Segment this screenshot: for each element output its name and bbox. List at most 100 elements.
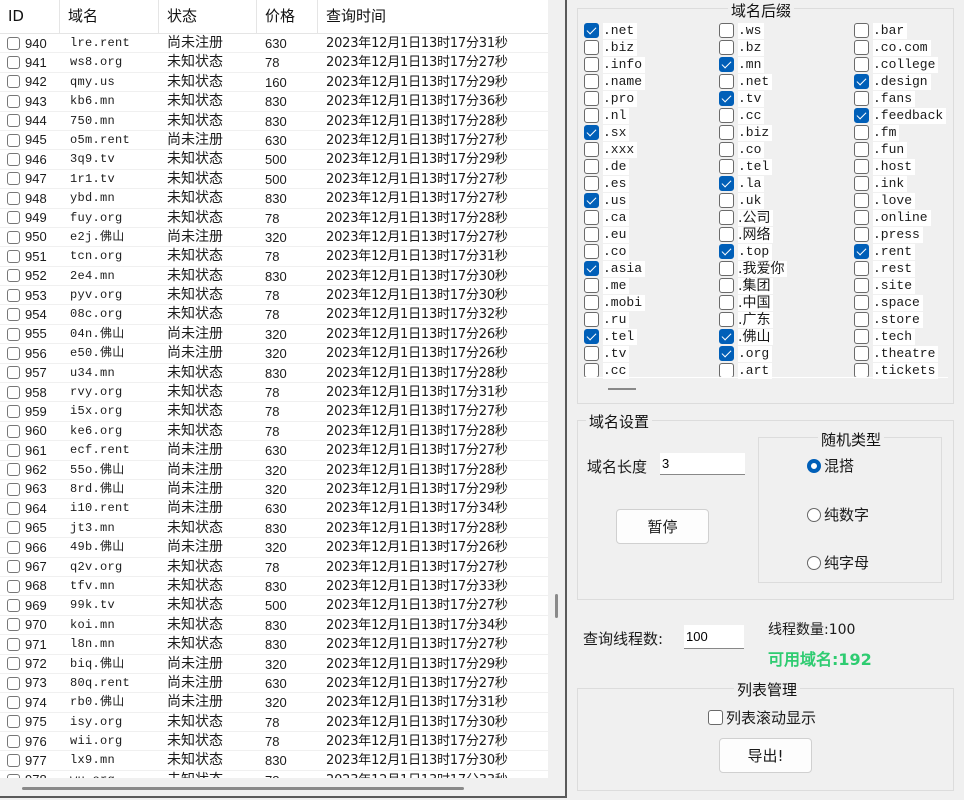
suffix-checkbox[interactable]: .co.com — [854, 39, 948, 56]
table-row[interactable]: 954 08c.org 未知状态 78 2023年12月1日13时17分32秒 — [0, 305, 548, 325]
row-checkbox[interactable] — [7, 443, 20, 457]
row-checkbox[interactable] — [7, 249, 20, 263]
pause-button[interactable]: 暂停 — [616, 509, 709, 544]
checkbox-icon[interactable] — [719, 176, 734, 191]
checkbox-icon[interactable] — [719, 227, 734, 242]
checkbox-icon[interactable] — [719, 295, 734, 310]
suffix-checkbox[interactable]: .mn — [719, 56, 854, 73]
horizontal-scrollbar[interactable] — [22, 787, 464, 790]
table-row[interactable]: 976 wii.org 未知状态 78 2023年12月1日13时17分27秒 — [0, 732, 548, 752]
row-checkbox[interactable] — [7, 230, 20, 244]
table-row[interactable]: 965 jt3.mn 未知状态 830 2023年12月1日13时17分28秒 — [0, 519, 548, 539]
suffix-checkbox[interactable]: .公司 — [719, 209, 854, 226]
table-row[interactable]: 955 04n.佛山 尚未注册 320 2023年12月1日13时17分26秒 — [0, 325, 548, 345]
checkbox-icon[interactable] — [854, 40, 869, 55]
row-checkbox[interactable] — [7, 172, 20, 186]
suffix-checkbox[interactable]: .广东 — [719, 311, 854, 328]
table-row[interactable]: 960 ke6.org 未知状态 78 2023年12月1日13时17分28秒 — [0, 422, 548, 442]
checkbox-icon[interactable] — [719, 244, 734, 259]
table-row[interactable]: 944 750.mn 未知状态 830 2023年12月1日13时17分28秒 — [0, 112, 548, 131]
checkbox-icon[interactable] — [719, 40, 734, 55]
radio-digits-only[interactable]: 纯数字 — [807, 504, 869, 525]
suffix-checkbox[interactable]: .nl — [584, 107, 719, 124]
row-checkbox[interactable] — [7, 94, 20, 108]
suffix-checkbox[interactable]: .la — [719, 175, 854, 192]
suffix-checkbox[interactable]: .网络 — [719, 226, 854, 243]
suffix-checkbox[interactable]: .es — [584, 175, 719, 192]
checkbox-icon[interactable] — [854, 142, 869, 157]
suffix-checkbox[interactable]: .cc — [719, 107, 854, 124]
table-row[interactable]: 972 biq.佛山 尚未注册 320 2023年12月1日13时17分29秒 — [0, 655, 548, 674]
suffix-checkbox[interactable]: .store — [854, 311, 948, 328]
suffix-checkbox[interactable]: .asia — [584, 260, 719, 277]
checkbox-icon[interactable] — [719, 278, 734, 293]
suffix-checkbox[interactable]: .ru — [584, 311, 719, 328]
checkbox-icon[interactable] — [854, 125, 869, 140]
suffix-checkbox[interactable]: .fun — [854, 141, 948, 158]
checkbox-icon[interactable] — [854, 227, 869, 242]
checkbox-icon[interactable] — [719, 329, 734, 344]
table-row[interactable]: 958 rvy.org 未知状态 78 2023年12月1日13时17分31秒 — [0, 383, 548, 403]
suffix-checkbox[interactable]: .sx — [584, 124, 719, 141]
row-checkbox[interactable] — [7, 114, 20, 128]
suffix-checkbox[interactable]: .rent — [854, 243, 948, 260]
checkbox-icon[interactable] — [719, 312, 734, 327]
suffix-checkbox[interactable]: .fm — [854, 124, 948, 141]
suffix-checkbox[interactable]: .me — [584, 277, 719, 294]
row-checkbox[interactable] — [7, 715, 20, 729]
checkbox-icon[interactable] — [854, 210, 869, 225]
table-row[interactable]: 957 u34.mn 未知状态 830 2023年12月1日13时17分28秒 — [0, 364, 548, 384]
table-row[interactable]: 943 kb6.mn 未知状态 830 2023年12月1日13时17分36秒 — [0, 92, 548, 112]
query-threads-input[interactable] — [684, 625, 744, 649]
row-checkbox[interactable] — [7, 521, 20, 535]
suffix-checkbox[interactable]: .name — [584, 73, 719, 90]
row-checkbox[interactable] — [7, 153, 20, 167]
suffix-checkbox[interactable]: .我爱你 — [719, 260, 854, 277]
suffix-checkbox[interactable]: .de — [584, 158, 719, 175]
checkbox-icon[interactable] — [584, 329, 599, 344]
suffix-checkbox[interactable]: .space — [854, 294, 948, 311]
table-row[interactable]: 956 e50.佛山 尚未注册 320 2023年12月1日13时17分26秒 — [0, 344, 548, 364]
suffix-checkbox[interactable]: .co — [719, 141, 854, 158]
table-row[interactable]: 971 l8n.mn 未知状态 830 2023年12月1日13时17分27秒 — [0, 635, 548, 655]
suffix-horizontal-scrollbar[interactable] — [608, 388, 636, 390]
table-row[interactable]: 953 pyv.org 未知状态 78 2023年12月1日13时17分30秒 — [0, 286, 548, 306]
table-row[interactable]: 963 8rd.佛山 尚未注册 320 2023年12月1日13时17分29秒 — [0, 480, 548, 500]
checkbox-icon[interactable] — [584, 91, 599, 106]
header-id[interactable]: ID — [0, 0, 60, 33]
row-checkbox[interactable] — [7, 424, 20, 438]
suffix-checkbox[interactable]: .ws — [719, 22, 854, 39]
checkbox-icon[interactable] — [719, 159, 734, 174]
row-checkbox[interactable] — [7, 773, 20, 778]
header-domain[interactable]: 域名 — [60, 0, 159, 33]
checkbox-icon[interactable] — [719, 346, 734, 361]
table-row[interactable]: 959 i5x.org 未知状态 78 2023年12月1日13时17分27秒 — [0, 402, 548, 422]
checkbox-icon[interactable] — [584, 142, 599, 157]
checkbox-icon[interactable] — [719, 108, 734, 123]
row-checkbox[interactable] — [7, 560, 20, 574]
checkbox-icon[interactable] — [719, 91, 734, 106]
row-checkbox[interactable] — [7, 36, 20, 50]
radio-letters-only[interactable]: 纯字母 — [807, 552, 869, 573]
checkbox-icon[interactable] — [854, 278, 869, 293]
suffix-checkbox[interactable]: .biz — [584, 39, 719, 56]
table-row[interactable]: 949 fuy.org 未知状态 78 2023年12月1日13时17分28秒 — [0, 209, 548, 228]
table-row[interactable]: 967 q2v.org 未知状态 78 2023年12月1日13时17分27秒 — [0, 558, 548, 577]
suffix-checkbox[interactable]: .bar — [854, 22, 948, 39]
domain-list[interactable]: ID 域名 状态 价格 查询时间 940 lre.rent 尚未注册 630 2023年… — [0, 0, 548, 778]
checkbox-icon[interactable] — [719, 23, 734, 38]
checkbox-icon[interactable] — [584, 346, 599, 361]
suffix-checkbox[interactable]: .uk — [719, 192, 854, 209]
checkbox-icon[interactable] — [584, 210, 599, 225]
row-checkbox[interactable] — [7, 754, 20, 768]
suffix-checkbox[interactable]: .love — [854, 192, 948, 209]
row-checkbox[interactable] — [7, 75, 20, 89]
header-query-time[interactable]: 查询时间 — [318, 0, 548, 33]
checkbox-icon[interactable] — [584, 193, 599, 208]
row-checkbox[interactable] — [7, 695, 20, 709]
table-row[interactable]: 962 55o.佛山 尚未注册 320 2023年12月1日13时17分28秒 — [0, 461, 548, 480]
row-checkbox[interactable] — [7, 308, 20, 322]
suffix-checkbox[interactable]: .tv — [584, 345, 719, 362]
checkbox-icon[interactable] — [854, 108, 869, 123]
checkbox-icon[interactable] — [854, 193, 869, 208]
